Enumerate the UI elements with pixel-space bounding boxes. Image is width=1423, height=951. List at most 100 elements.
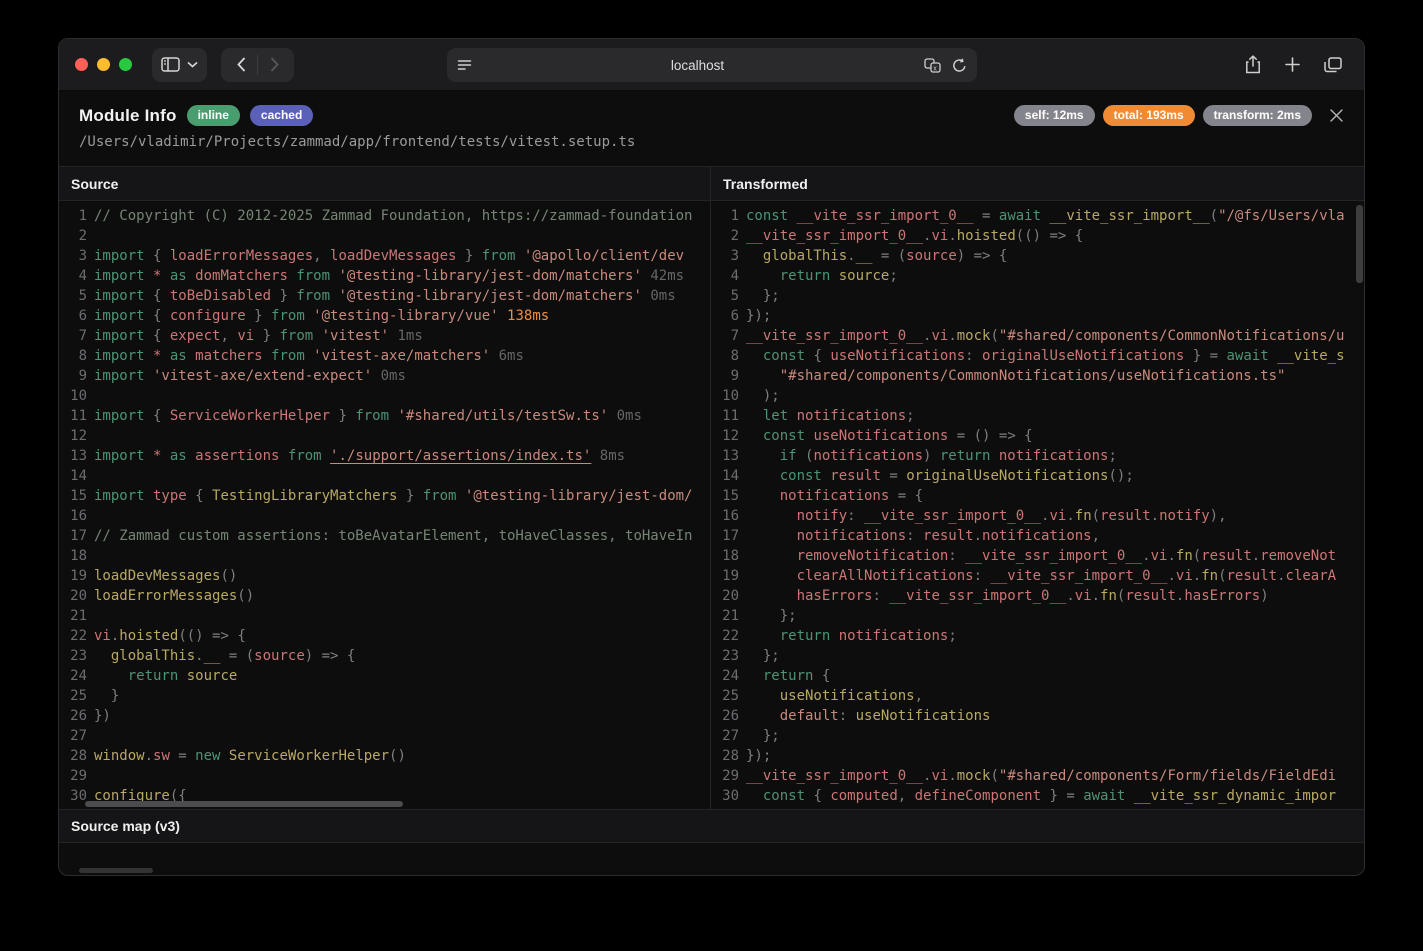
url-text: localhost xyxy=(472,58,924,73)
line-number: 24 xyxy=(59,666,87,686)
line-number: 14 xyxy=(59,466,87,486)
line-number: 26 xyxy=(711,706,739,726)
code-text: return source; xyxy=(746,268,898,284)
code-text: notifications = { xyxy=(746,488,923,504)
line-number: 15 xyxy=(711,486,739,506)
share-icon[interactable] xyxy=(1245,55,1261,74)
code-line: 19loadDevMessages() xyxy=(59,566,710,586)
code-panels: Source 1// Copyright (C) 2012-2025 Zamma… xyxy=(59,166,1364,809)
code-text: }) xyxy=(94,708,111,724)
close-window-button[interactable] xyxy=(75,58,88,71)
code-text: globalThis.__ = (source) => { xyxy=(746,248,1007,264)
code-text: __vite_ssr_import_0__.vi.mock("#shared/c… xyxy=(746,328,1344,344)
code-text: }; xyxy=(746,608,797,624)
code-text: vi.hoisted(() => { xyxy=(94,628,246,644)
close-icon[interactable] xyxy=(1322,101,1350,129)
module-link[interactable]: './support/assertions/index.ts' xyxy=(330,448,591,464)
transformed-vertical-scrollbar[interactable] xyxy=(1356,205,1363,283)
line-number: 30 xyxy=(711,786,739,806)
minimize-window-button[interactable] xyxy=(97,58,110,71)
code-text: // Zammad custom assertions: toBeAvatarE… xyxy=(94,528,692,544)
line-number: 5 xyxy=(59,286,87,306)
code-line: 27 }; xyxy=(711,726,1364,746)
reload-icon[interactable] xyxy=(952,58,967,73)
code-line: 7 __vite_ssr_import_0__.vi.mock("#shared/… xyxy=(711,326,1364,346)
code-line: 19 clearAllNotifications: __vite_ssr_imp… xyxy=(711,566,1364,586)
line-number: 7 xyxy=(711,326,739,346)
transform-time-badge: transform: 2ms xyxy=(1203,105,1312,126)
code-line: 28}); xyxy=(711,746,1364,766)
line-number: 8 xyxy=(711,346,739,366)
line-number: 21 xyxy=(711,606,739,626)
line-number: 9 xyxy=(711,366,739,386)
tabs-overview-icon[interactable] xyxy=(1324,57,1342,73)
line-number: 29 xyxy=(59,766,87,786)
code-line: 11import { ServiceWorkerHelper } from '#… xyxy=(59,406,710,426)
code-text: "#shared/components/CommonNotifications/… xyxy=(746,368,1285,384)
line-number: 15 xyxy=(59,486,87,506)
line-number: 2 xyxy=(711,226,739,246)
forward-button[interactable] xyxy=(258,51,290,79)
sourcemap-horizontal-scrollbar[interactable] xyxy=(79,868,153,873)
line-number: 28 xyxy=(59,746,87,766)
code-line: 8 const { useNotifications: originalUseN… xyxy=(711,346,1364,366)
translate-icon[interactable]: x xyxy=(924,58,942,73)
source-horizontal-scrollbar[interactable] xyxy=(85,801,403,807)
line-number: 2 xyxy=(59,226,87,246)
module-path: /Users/vladimir/Projects/zammad/app/fron… xyxy=(79,134,1344,150)
code-text: import 'vitest-axe/extend-expect' 0ms xyxy=(94,368,406,384)
sidebar-toggle-button[interactable] xyxy=(152,48,207,82)
module-info-header: Module Info inline cached self: 12ms tot… xyxy=(59,91,1364,166)
code-line: 22vi.hoisted(() => { xyxy=(59,626,710,646)
code-line: 20 hasErrors: __vite_ssr_import_0__.vi.f… xyxy=(711,586,1364,606)
code-text: __vite_ssr_import_0__.vi.hoisted(() => { xyxy=(746,228,1083,244)
code-line: 22 return notifications; xyxy=(711,626,1364,646)
code-line: 29 xyxy=(59,766,710,786)
code-text: // Copyright (C) 2012-2025 Zammad Founda… xyxy=(94,208,692,224)
source-panel-title: Source xyxy=(59,167,710,201)
code-line: 10 xyxy=(59,386,710,406)
sidebar-icon xyxy=(161,57,180,72)
line-number: 19 xyxy=(59,566,87,586)
line-number: 24 xyxy=(711,666,739,686)
traffic-lights xyxy=(75,58,132,71)
address-bar[interactable]: localhost x xyxy=(447,48,977,82)
page-title: Module Info xyxy=(79,106,177,126)
code-text: const useNotifications = () => { xyxy=(746,428,1033,444)
line-number: 7 xyxy=(59,326,87,346)
code-line: 6}); xyxy=(711,306,1364,326)
code-line: 18 removeNotification: __vite_ssr_import… xyxy=(711,546,1364,566)
line-number: 16 xyxy=(711,506,739,526)
code-text: removeNotification: __vite_ssr_import_0_… xyxy=(746,548,1336,564)
code-text: globalThis.__ = (source) => { xyxy=(94,648,355,664)
new-tab-icon[interactable] xyxy=(1285,57,1300,72)
code-line: 13 if (notifications) return notificatio… xyxy=(711,446,1364,466)
code-line: 25 useNotifications, xyxy=(711,686,1364,706)
page-format-icon[interactable] xyxy=(457,59,472,72)
code-line: 30 const { computed, defineComponent } =… xyxy=(711,786,1364,806)
line-number: 3 xyxy=(711,246,739,266)
code-line: 14 xyxy=(59,466,710,486)
line-number: 18 xyxy=(59,546,87,566)
nav-buttons xyxy=(221,48,294,82)
code-line: 29__vite_ssr_import_0__.vi.mock("#shared… xyxy=(711,766,1364,786)
code-line: 2 xyxy=(59,226,710,246)
code-line: 21 xyxy=(59,606,710,626)
code-line: 25 } xyxy=(59,686,710,706)
source-panel: Source 1// Copyright (C) 2012-2025 Zamma… xyxy=(59,167,711,809)
code-text: return source xyxy=(94,668,237,684)
code-line: 12 const useNotifications = () => { xyxy=(711,426,1364,446)
line-number: 13 xyxy=(59,446,87,466)
code-line: 26}) xyxy=(59,706,710,726)
line-number: 14 xyxy=(711,466,739,486)
code-text: import { loadErrorMessages, loadDevMessa… xyxy=(94,248,684,264)
back-button[interactable] xyxy=(225,51,257,79)
total-time-badge: total: 193ms xyxy=(1103,105,1195,126)
code-text: import * as assertions from './support/a… xyxy=(94,448,625,464)
code-line: 3 globalThis.__ = (source) => { xyxy=(711,246,1364,266)
line-number: 13 xyxy=(711,446,739,466)
code-line: 8import * as matchers from 'vitest-axe/m… xyxy=(59,346,710,366)
code-line: 3 import { loadErrorMessages, loadDevMess… xyxy=(59,246,710,266)
zoom-window-button[interactable] xyxy=(119,58,132,71)
line-number: 3 xyxy=(59,246,87,266)
